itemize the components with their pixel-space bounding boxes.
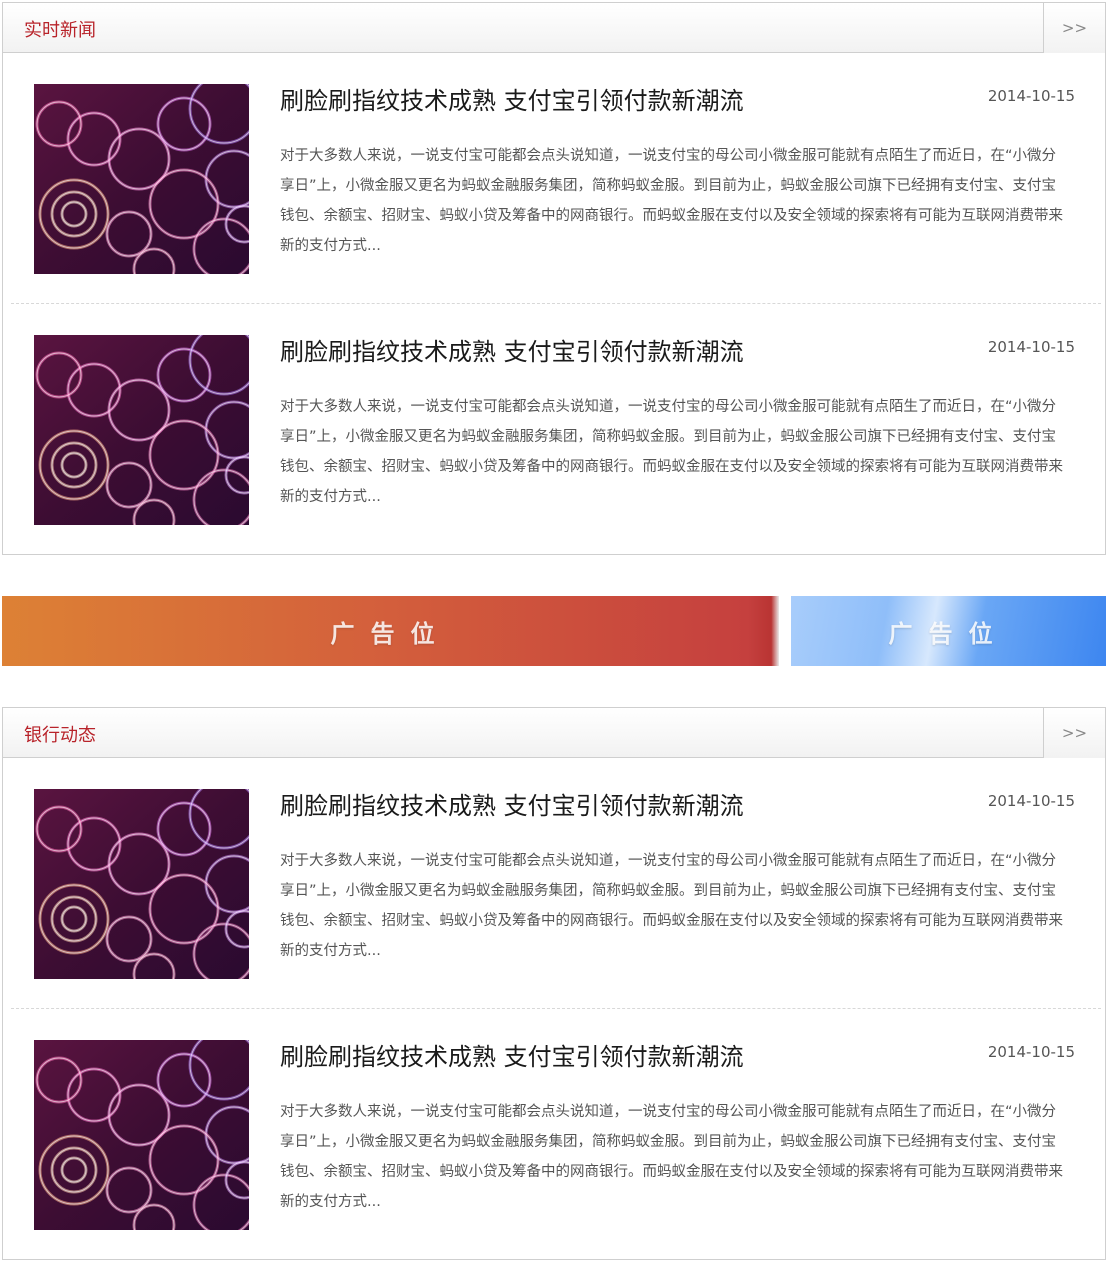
article-summary: 对于大多数人来说，一说支付宝可能都会点头说知道，一说支付宝的母公司小微金服可能就…	[280, 399, 1063, 505]
article-thumbnail[interactable]	[34, 335, 249, 525]
article-title[interactable]: 刷脸刷指纹技术成熟 支付宝引领付款新潮流	[280, 81, 744, 116]
article-summary: 对于大多数人来说，一说支付宝可能都会点头说知道，一说支付宝的母公司小微金服可能就…	[280, 853, 1063, 959]
news-panel-realtime: 实时新闻 >> 刷脸刷指纹技术成熟 支付宝引领付款新潮流 2014-10-15 …	[2, 2, 1106, 555]
article-thumbnail[interactable]	[34, 1040, 249, 1230]
panel-title: 实时新闻	[24, 20, 96, 41]
list-item[interactable]: 刷脸刷指纹技术成熟 支付宝引领付款新潮流 2014-10-15 对于大多数人来说…	[3, 304, 1105, 554]
panel-header: 实时新闻 >>	[3, 3, 1105, 53]
more-button[interactable]: >>	[1043, 708, 1105, 758]
news-panel-bank: 银行动态 >> 刷脸刷指纹技术成熟 支付宝引领付款新潮流 2014-10-15 …	[2, 707, 1106, 1260]
article-title[interactable]: 刷脸刷指纹技术成熟 支付宝引领付款新潮流	[280, 786, 744, 821]
panel-header: 银行动态 >>	[3, 708, 1105, 758]
article-date: 2014-10-15	[987, 1043, 1075, 1061]
article-date: 2014-10-15	[987, 338, 1075, 356]
article-summary: 对于大多数人来说，一说支付宝可能都会点头说知道，一说支付宝的母公司小微金服可能就…	[280, 1104, 1063, 1210]
ad-banner-left[interactable]: 广告位	[2, 596, 779, 666]
list-item[interactable]: 刷脸刷指纹技术成熟 支付宝引领付款新潮流 2014-10-15 对于大多数人来说…	[3, 53, 1105, 304]
article-date: 2014-10-15	[987, 87, 1075, 105]
list-item[interactable]: 刷脸刷指纹技术成熟 支付宝引领付款新潮流 2014-10-15 对于大多数人来说…	[3, 1009, 1105, 1259]
article-title[interactable]: 刷脸刷指纹技术成熟 支付宝引领付款新潮流	[280, 332, 744, 367]
ad-banner-right[interactable]: 广告位	[791, 596, 1106, 666]
more-button[interactable]: >>	[1043, 3, 1105, 53]
article-thumbnail[interactable]	[34, 84, 249, 274]
article-summary: 对于大多数人来说，一说支付宝可能都会点头说知道，一说支付宝的母公司小微金服可能就…	[280, 148, 1063, 254]
article-title[interactable]: 刷脸刷指纹技术成熟 支付宝引领付款新潮流	[280, 1037, 744, 1072]
article-thumbnail[interactable]	[34, 789, 249, 979]
list-item[interactable]: 刷脸刷指纹技术成熟 支付宝引领付款新潮流 2014-10-15 对于大多数人来说…	[3, 758, 1105, 1009]
article-date: 2014-10-15	[987, 792, 1075, 810]
panel-title: 银行动态	[24, 725, 96, 746]
